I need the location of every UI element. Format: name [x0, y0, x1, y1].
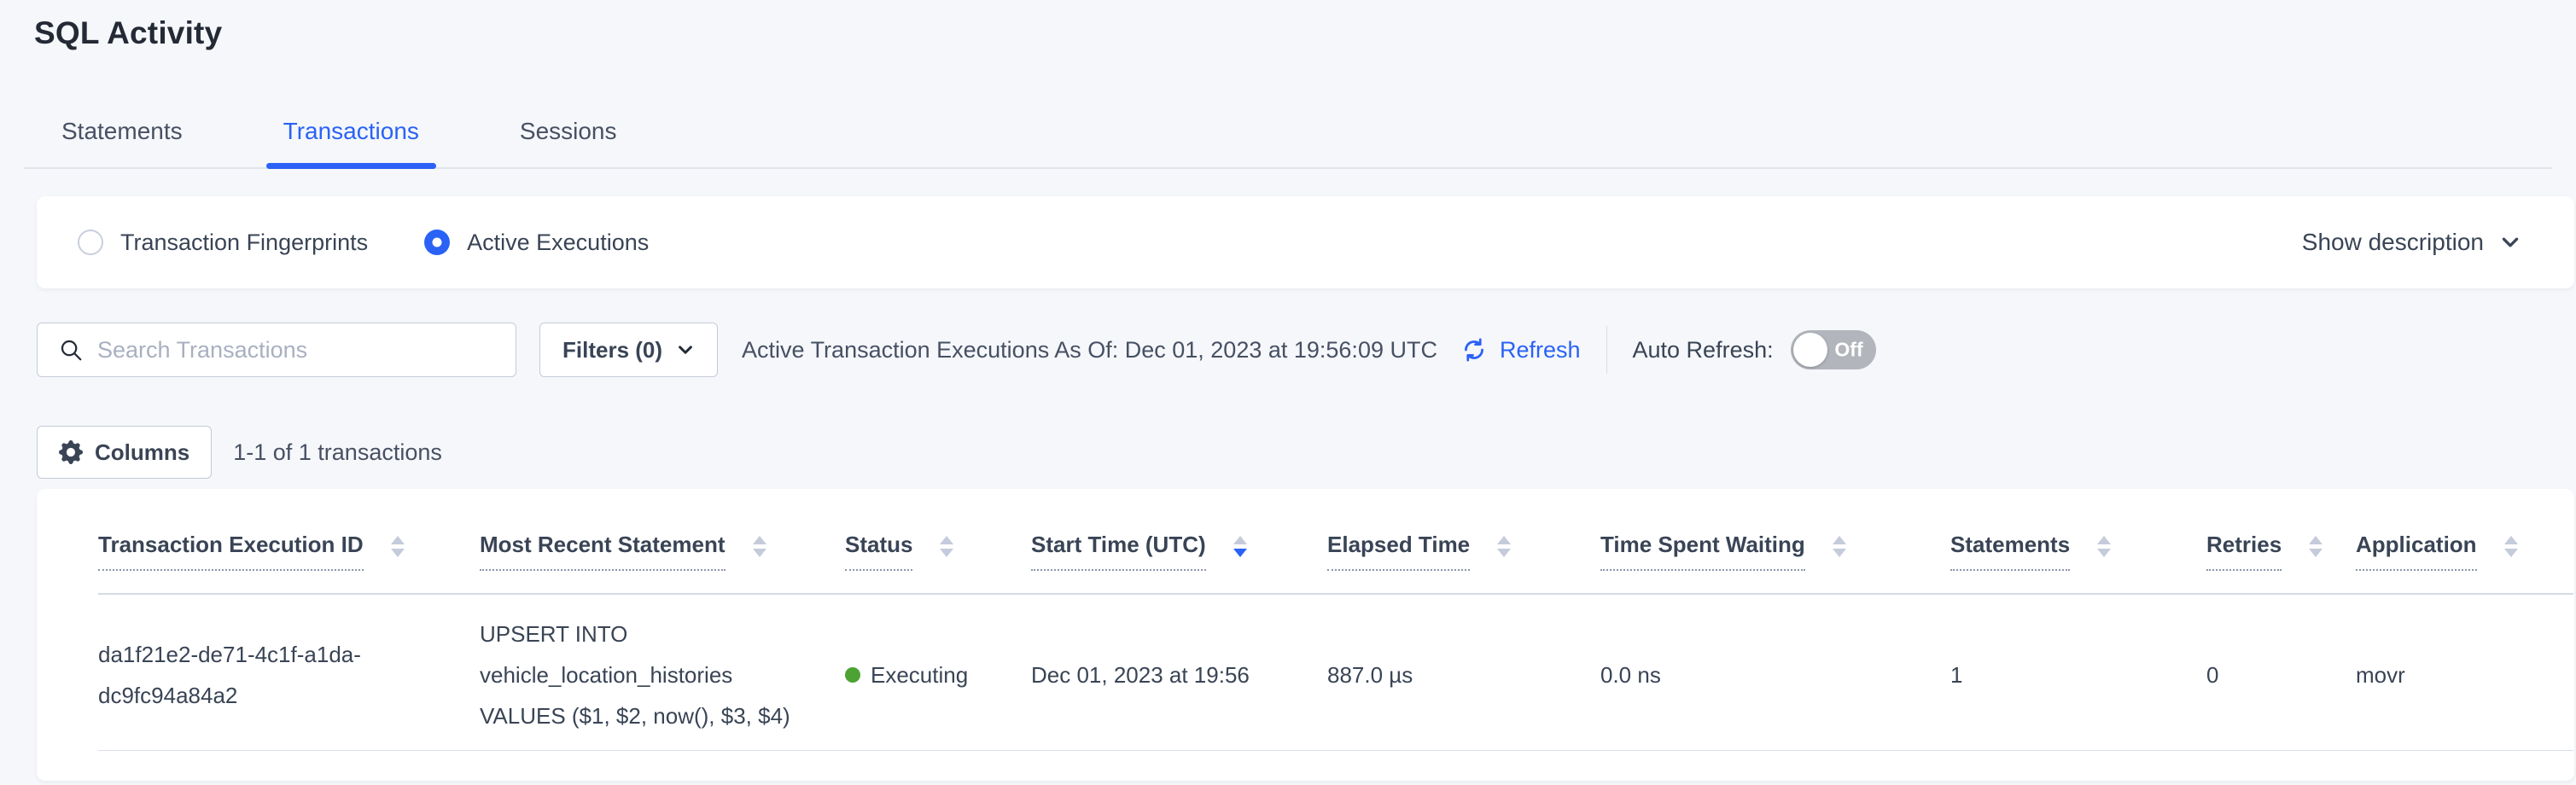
- table-controls: Columns 1-1 of 1 transactions: [37, 426, 2576, 479]
- toolbar-divider: [1606, 326, 1607, 374]
- column-header-transaction-execution-id[interactable]: Transaction Execution ID: [98, 489, 480, 594]
- column-header-time-spent-waiting[interactable]: Time Spent Waiting: [1600, 489, 1950, 594]
- status-executing-dot-icon: [845, 667, 860, 683]
- column-header-status[interactable]: Status: [845, 489, 1031, 594]
- tab-statements[interactable]: Statements: [44, 118, 200, 167]
- cell-application: movr: [2356, 594, 2573, 751]
- sort-icon[interactable]: [2504, 536, 2518, 557]
- cell-start-time: Dec 01, 2023 at 19:56: [1031, 594, 1327, 751]
- refresh-label: Refresh: [1500, 337, 1581, 363]
- cell-retries: 0: [2206, 594, 2356, 751]
- toggle-knob[interactable]: [1793, 333, 1827, 367]
- sort-icon[interactable]: [940, 536, 953, 557]
- chevron-down-icon: [676, 340, 695, 359]
- radio-label: Active Executions: [467, 230, 649, 256]
- table-row: da1f21e2-de71-4c1f-a1da-dc9fc94a84a2 UPS…: [98, 594, 2573, 751]
- column-header-retries[interactable]: Retries: [2206, 489, 2356, 594]
- sort-icon[interactable]: [1497, 536, 1511, 557]
- chevron-down-icon: [2499, 231, 2521, 253]
- columns-button[interactable]: Columns: [37, 426, 212, 479]
- sort-icon[interactable]: [2309, 536, 2322, 557]
- transactions-table-card: Transaction Execution ID Most Recent Sta…: [37, 489, 2574, 781]
- results-count: 1-1 of 1 transactions: [233, 439, 442, 466]
- sort-icon[interactable]: [1833, 536, 1846, 557]
- page-title: SQL Activity: [34, 15, 2576, 51]
- tab-sessions[interactable]: Sessions: [503, 118, 634, 167]
- radio-circle-unselected-icon[interactable]: [78, 230, 103, 255]
- radio-active-executions[interactable]: Active Executions: [424, 230, 649, 256]
- gear-icon: [59, 440, 83, 464]
- radio-circle-selected-icon[interactable]: [424, 230, 450, 255]
- toolbar: Filters (0) Active Transaction Execution…: [37, 323, 2576, 377]
- radio-transaction-fingerprints[interactable]: Transaction Fingerprints: [78, 230, 368, 256]
- auto-refresh-label: Auto Refresh:: [1633, 337, 1774, 363]
- cell-elapsed-time: 887.0 µs: [1327, 594, 1600, 751]
- sort-icon[interactable]: [753, 536, 766, 557]
- columns-button-label: Columns: [95, 439, 189, 466]
- tab-transactions[interactable]: Transactions: [266, 118, 436, 167]
- view-mode-radio-group: Transaction Fingerprints Active Executio…: [78, 230, 649, 256]
- sort-icon[interactable]: [391, 536, 405, 557]
- cell-most-recent-statement: UPSERT INTO vehicle_location_histories V…: [480, 594, 845, 751]
- filters-button-label: Filters (0): [562, 337, 662, 363]
- show-description-label: Show description: [2302, 229, 2484, 256]
- status-label: Executing: [871, 654, 968, 695]
- page-header: SQL Activity: [0, 0, 2576, 51]
- sort-desc-icon[interactable]: [1233, 536, 1247, 557]
- column-header-start-time[interactable]: Start Time (UTC): [1031, 489, 1327, 594]
- cell-statements: 1: [1950, 594, 2206, 751]
- column-header-statements[interactable]: Statements: [1950, 489, 2206, 594]
- as-of-text: Active Transaction Executions As Of: Dec…: [742, 337, 1437, 363]
- cell-transaction-execution-id: da1f21e2-de71-4c1f-a1da-dc9fc94a84a2: [98, 594, 480, 751]
- table-header-row: Transaction Execution ID Most Recent Sta…: [98, 489, 2573, 594]
- column-header-elapsed-time[interactable]: Elapsed Time: [1327, 489, 1600, 594]
- column-header-application[interactable]: Application: [2356, 489, 2573, 594]
- search-icon: [58, 337, 84, 363]
- search-input[interactable]: [97, 337, 498, 363]
- tabs-bar: Statements Transactions Sessions: [24, 118, 2552, 169]
- auto-refresh-toggle[interactable]: Off: [1791, 330, 1876, 369]
- search-box[interactable]: [37, 323, 516, 377]
- radio-label: Transaction Fingerprints: [120, 230, 368, 256]
- sort-icon[interactable]: [2097, 536, 2111, 557]
- filters-button[interactable]: Filters (0): [539, 323, 718, 377]
- refresh-icon: [1460, 335, 1489, 364]
- show-description-button[interactable]: Show description: [2302, 229, 2521, 256]
- transactions-table: Transaction Execution ID Most Recent Sta…: [98, 489, 2573, 751]
- view-mode-card: Transaction Fingerprints Active Executio…: [37, 196, 2574, 288]
- toggle-state-label: Off: [1834, 339, 1862, 362]
- column-header-most-recent-statement[interactable]: Most Recent Statement: [480, 489, 845, 594]
- cell-time-spent-waiting: 0.0 ns: [1600, 594, 1950, 751]
- refresh-button[interactable]: Refresh: [1460, 335, 1581, 364]
- cell-status: Executing: [845, 594, 1031, 751]
